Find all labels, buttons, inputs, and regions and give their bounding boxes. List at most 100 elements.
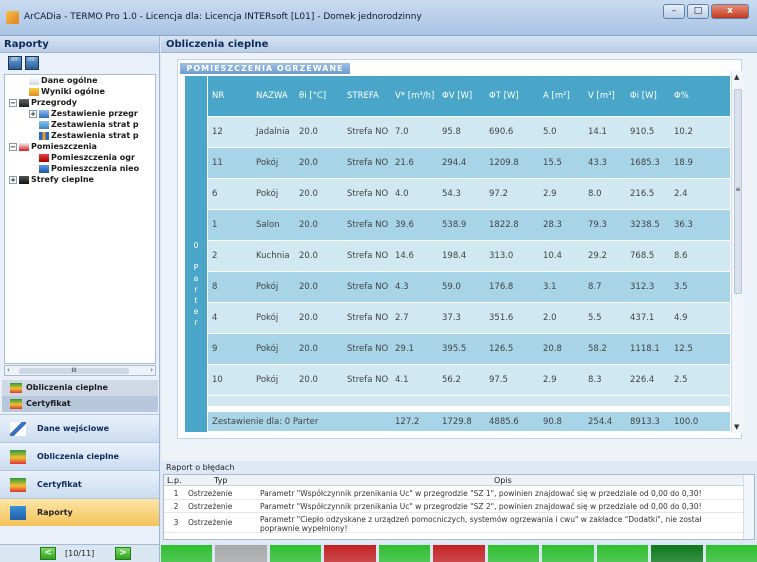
tree-item[interactable]: Zestawienia strat p [5,130,155,141]
small-tab-obliczenia[interactable]: Obliczenia cieplne [2,380,158,396]
tree-item-label: Pomieszczenia nieo [51,164,140,173]
expand-icon[interactable]: + [29,109,37,118]
error-log: L.p. Typ Opis 1 Ostrzeżenie Parametr "Wspó… [163,474,755,540]
table-row: 11 Pokój 20.0 Strefa NO 21.6 294.4 1209.8 15.5 4… [208,148,730,179]
table-cell: 56.2 [442,375,461,385]
tree-item-label: Przegrody [31,98,77,107]
table-cell: 768.5 [630,251,655,261]
nav-dane-wejsciowe[interactable]: Dane wejściowe [0,414,159,442]
table-cell: Strefa NO [347,189,389,199]
table-cell: Strefa NO [347,158,389,168]
table-cell: 20.0 [299,127,318,137]
floor-label-char: r [194,285,198,294]
small-tab-certyfikat[interactable]: Certyfikat [2,396,158,412]
main-panel-title: Obliczenia cieplne [161,36,757,53]
scroll-left-icon[interactable]: ‹ [7,366,10,375]
tree-item[interactable]: − Przegrody [5,97,155,108]
table-cell: 12 [212,127,223,137]
nav-obliczenia-cieplne[interactable]: Obliczenia cieplne [0,442,159,470]
table-cell: Strefa NO [347,220,389,230]
export-rtf-all-icon[interactable]: RTF [25,56,39,70]
tree-horizontal-scrollbar[interactable]: ‹ III › [4,365,156,376]
summary-cell: 254.4 [588,416,613,427]
tree-scroll-thumb[interactable]: III [19,368,129,374]
scroll-down-icon[interactable]: ▼ [734,423,739,431]
table-cell: 2.9 [543,189,557,199]
error-type: Ostrzeżenie [188,502,233,511]
report-scroll-thumb[interactable]: ≡ [734,89,742,294]
table-cell: 36.3 [674,220,693,230]
tree-item[interactable]: Wyniki ogólne [5,86,155,97]
table-cell: 312.3 [630,282,655,292]
close-button[interactable]: x [711,4,749,19]
table-cell: 97.2 [489,189,508,199]
status-indicator [542,545,594,562]
error-row[interactable]: 1 Ostrzeżenie Parametr "Współczynnik przen… [164,487,744,500]
window-controls: – □ x [663,4,749,19]
tree-item[interactable]: Pomieszczenia ogr [5,152,155,163]
nav-raporty[interactable]: Raporty [0,498,159,526]
collapse-icon[interactable]: − [9,98,17,107]
minimize-button[interactable]: – [663,4,685,19]
table-cell: 29.1 [395,344,414,354]
table-cell: 79.3 [588,220,607,230]
column-header-lp: L.p. [167,476,182,485]
tree-item[interactable]: + Zestawienie przegr [5,108,155,119]
expand-icon[interactable]: + [9,175,17,184]
stack-icon [39,109,49,118]
tree-item[interactable]: − Pomieszczenia [5,141,155,152]
tree-item[interactable]: Zestawienia strat p [5,119,155,130]
summary-cell: 127.2 [395,416,420,427]
table-row: 1 Salon 20.0 Strefa NO 39.6 538.9 1822.8 28.3 79… [208,210,730,241]
table-cell: 59.0 [442,282,461,292]
scroll-right-icon[interactable]: › [150,366,153,375]
scroll-up-icon[interactable]: ▲ [734,73,739,81]
table-cell: 20.0 [299,189,318,199]
export-rtf-icon[interactable]: RTF [8,56,22,70]
maximize-button[interactable]: □ [687,4,709,19]
table-cell: 11 [212,158,223,168]
table-row: 10 Pokój 20.0 Strefa NO 4.1 56.2 97.5 2.9 8.3 226… [208,365,730,396]
column-header: ΦT [W] [489,91,519,101]
results-icon [29,87,39,96]
table-cell: Pokój [256,189,279,199]
tree-item[interactable]: Pomieszczenia nieo [5,163,155,174]
table-cell: 216.5 [630,189,655,199]
error-row[interactable]: 2 Ostrzeżenie Parametr "Współczynnik przen… [164,500,744,513]
next-page-button[interactable]: > [115,547,131,560]
table-cell: 226.4 [630,375,655,385]
heat-bars-icon [10,450,26,464]
page-indicator: [10/11] [65,549,95,558]
chart-icon [39,131,49,140]
table-row: 9 Pokój 20.0 Strefa NO 29.1 395.5 126.5 20.8 58.… [208,334,730,365]
table-cell: Pokój [256,313,279,323]
collapse-icon[interactable]: − [9,142,17,151]
table-cell: 20.0 [299,282,318,292]
table-cell: 538.9 [442,220,467,230]
tree-item-label: Dane ogólne [41,76,98,85]
column-header: A [m²] [543,91,570,101]
previous-page-button[interactable]: < [40,547,56,560]
room-icon [19,142,29,151]
table-cell: 2.0 [543,313,557,323]
table-cell: 37.3 [442,313,461,323]
nav-certyfikat[interactable]: Certyfikat [0,470,159,498]
column-header-typ: Typ [214,476,228,485]
report-area: POMIESZCZENIA OGRZEWANE 0Parter NR NAZWA θ… [161,53,757,461]
error-row[interactable]: 3 Ostrzeżenie Parametr "Ciepło odzyskane z… [164,513,744,533]
error-log-scrollbar[interactable] [743,475,754,539]
rooms-table: NR NAZWA θi [°C] STREFA V* [m³/h] ΦV [W] ΦT [W… [208,76,730,432]
table-cell: 20.0 [299,220,318,230]
heat-bars-icon [10,383,22,393]
status-indicator [324,545,376,562]
table-cell: 2.9 [543,375,557,385]
section-title: POMIESZCZENIA OGRZEWANE [180,63,350,74]
tree-item[interactable]: + Strefy cieplne [5,174,155,185]
report-vertical-scrollbar[interactable]: ▲ ≡ ▼ [731,71,743,433]
floor-label-char: r [194,318,198,327]
tree-item[interactable]: Dane ogólne [5,75,155,86]
status-indicator [378,545,431,562]
nav-label: Certyfikat [37,480,82,489]
table-row: 6 Pokój 20.0 Strefa NO 4.0 54.3 97.2 2.9 8.0 216.… [208,179,730,210]
tree-item-label: Zestawienie przegr [51,109,138,118]
